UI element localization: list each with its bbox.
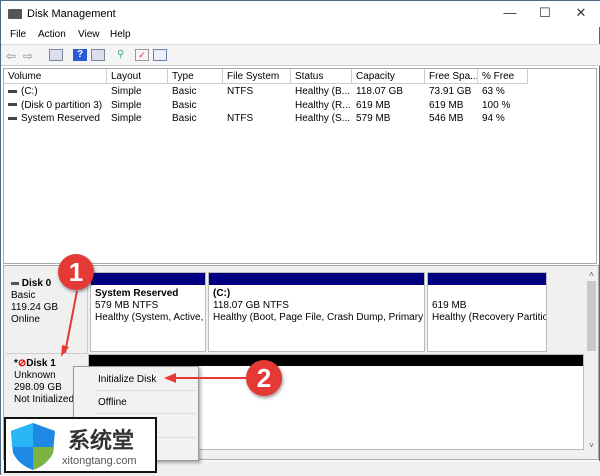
annotation-arrows (61, 290, 246, 383)
arrow-2-head (164, 373, 176, 383)
arrow-1 (64, 290, 78, 354)
arrow-1-head (61, 345, 69, 357)
callout-1: 1 (58, 254, 94, 290)
watermark-url: xitongtang.com (62, 455, 137, 467)
shield-icon (11, 423, 55, 470)
watermark-name: 系统堂 (68, 429, 135, 454)
callout-2: 2 (246, 360, 282, 396)
watermark-logo: 系统堂 xitongtang.com (4, 417, 157, 473)
